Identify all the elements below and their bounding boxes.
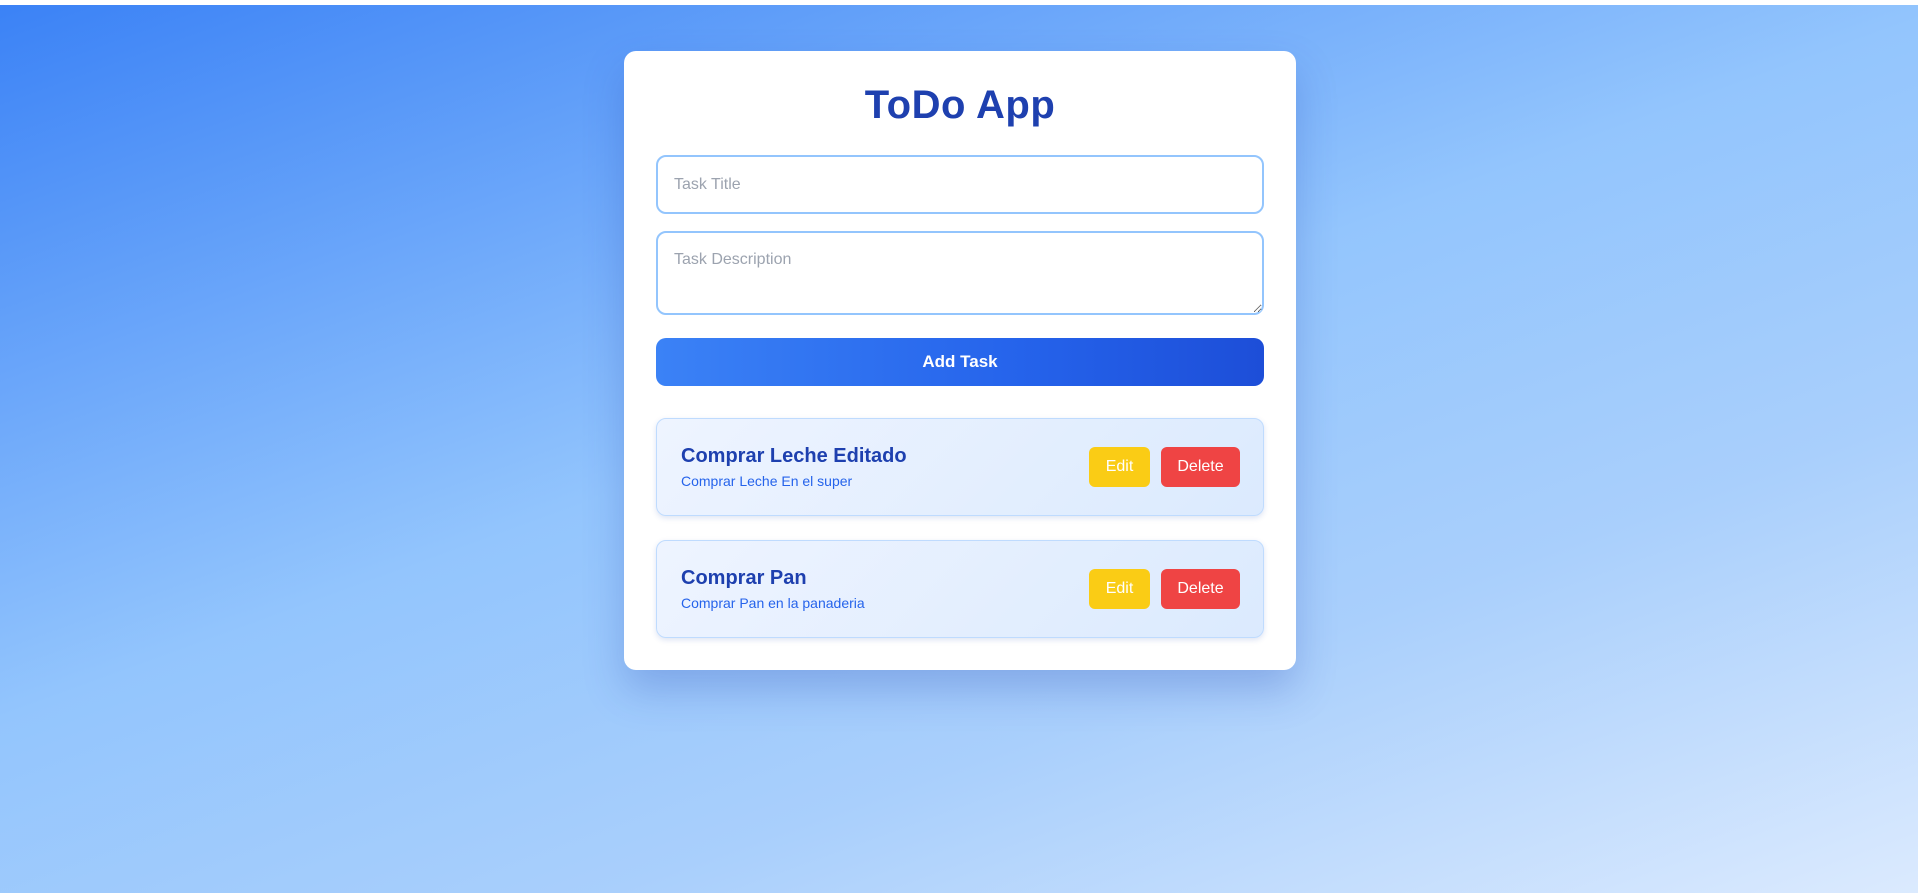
page-background: ToDo App Add Task Comprar Leche Editado … (0, 5, 1918, 893)
task-title: Comprar Leche Editado (681, 445, 907, 467)
task-description-input[interactable] (656, 231, 1264, 315)
task-title: Comprar Pan (681, 567, 807, 589)
task-title-input[interactable] (656, 155, 1264, 214)
task-item: Comprar Pan Comprar Pan en la panaderia … (656, 540, 1264, 638)
task-description: Comprar Leche En el super (681, 473, 853, 489)
app-title: ToDo App (864, 83, 1056, 127)
delete-button[interactable]: Delete (1161, 569, 1240, 609)
todo-card: ToDo App Add Task Comprar Leche Editado … (624, 51, 1296, 670)
task-description: Comprar Pan en la panaderia (681, 595, 865, 611)
task-item: Comprar Leche Editado Comprar Leche En e… (656, 418, 1264, 516)
task-list: Comprar Leche Editado Comprar Leche En e… (656, 418, 1264, 662)
add-task-button[interactable]: Add Task (656, 338, 1264, 386)
delete-button[interactable]: Delete (1161, 447, 1240, 487)
edit-button[interactable]: Edit (1089, 569, 1150, 609)
edit-button[interactable]: Edit (1089, 447, 1150, 487)
